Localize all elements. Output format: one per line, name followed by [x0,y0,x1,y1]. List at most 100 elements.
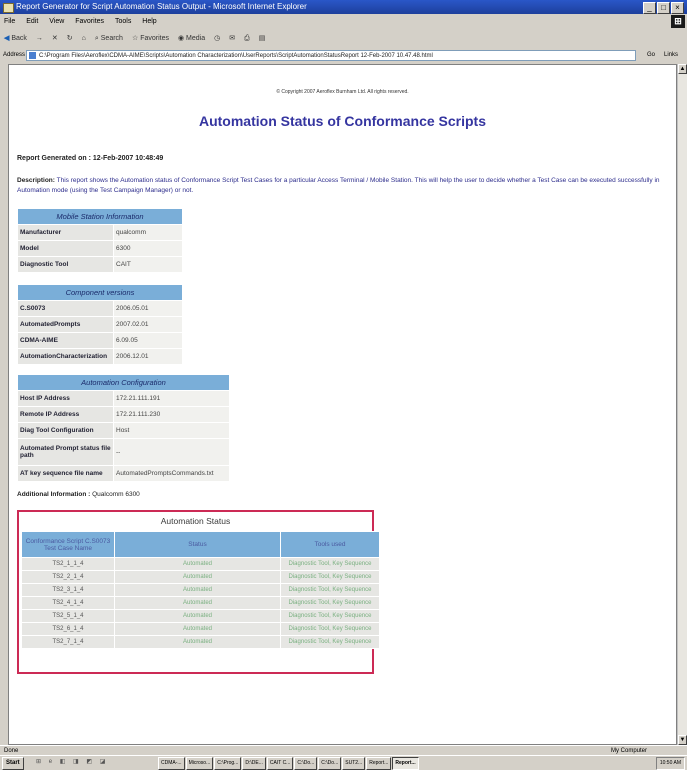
back-button[interactable]: ◀ Back [4,30,27,48]
close-button[interactable]: × [671,2,684,14]
description-label: Description: [17,177,55,184]
windows-taskbar: Start ⊞ e ◧ ◨ ◩ ◪ CDMA-... Microso... C:… [0,755,687,770]
test-case-name: TS2_7_1_4 [21,635,115,649]
edit-button[interactable]: ▤ [259,30,266,48]
table-row: TS2_4_1_4 Automated Diagnostic Tool, Key… [21,596,380,610]
history-button[interactable]: ◷ [214,30,220,48]
test-case-name: TS2_5_1_4 [21,609,115,623]
quick-launch-icons[interactable]: ⊞ e ◧ ◨ ◩ ◪ [36,757,156,768]
row-key: Manufacturer [17,224,114,241]
menu-bar: File Edit View Favorites Tools Help [0,14,687,30]
status-cell: Automated [114,596,281,610]
row-value: AutomatedPromptsCommands.txt [113,465,230,482]
column-header: Status [114,531,281,558]
ie-app-icon [3,3,14,13]
additional-information: Additional Information : Qualcomm 6300 [17,491,140,498]
row-value: CAIT [113,256,183,273]
row-key: AutomatedPrompts [17,316,114,333]
star-icon: ☆ [131,35,139,42]
row-value: 2006.05.01 [113,300,183,317]
links-button[interactable]: Links [664,48,678,63]
menu-tools[interactable]: Tools [115,18,131,25]
system-tray-clock: 10:50 AM [655,757,685,770]
tools-cell: Diagnostic Tool, Key Sequence [280,583,380,597]
menu-favorites[interactable]: Favorites [75,18,104,25]
taskbar-button[interactable]: SUT2... [342,757,366,770]
taskbar-button[interactable]: CDMA-... [158,757,185,770]
row-value: 172.21.111.230 [113,406,230,423]
status-cell: Automated [114,570,281,584]
table-heading: Automation Configuration [17,374,230,391]
search-icon: ⌕ [94,35,99,42]
scroll-up-arrow-icon[interactable]: ▲ [678,64,687,74]
row-value: -- [113,438,230,466]
maximize-button[interactable]: □ [657,2,670,14]
tools-cell: Diagnostic Tool, Key Sequence [280,622,380,636]
media-label: Media [186,35,206,42]
taskbar-buttons: CDMA-... Microso... C:\Prog... D:\DE... … [158,757,419,770]
stop-button[interactable]: ✕ [52,30,58,48]
minimize-button[interactable]: _ [643,2,656,14]
report-generated-date: Report Generated on : 12-Feb-2007 10:48:… [17,155,164,162]
row-value: 6.09.05 [113,332,183,349]
start-button[interactable]: Start [2,757,24,770]
mail-button[interactable]: ✉ [229,30,235,48]
windows-logo-icon: ⊞ [671,15,685,28]
forward-button[interactable]: → [36,30,43,48]
additional-value: Qualcomm 6300 [92,491,140,498]
status-cell: Automated [114,609,281,623]
taskbar-button[interactable]: Microso... [185,757,214,770]
menu-view[interactable]: View [49,18,64,25]
table-heading: Mobile Station Information [17,208,183,225]
page-content: © Copyright 2007 Aeroflex Burnham Ltd. A… [8,64,677,745]
search-button[interactable]: ⌕ Search [95,30,123,48]
vertical-scrollbar[interactable]: ▲ ▼ [677,64,687,745]
table-row: TS2_2_1_4 Automated Diagnostic Tool, Key… [21,570,380,584]
column-header: Tools used [280,531,380,558]
window-controls: _ □ × [643,2,684,14]
automation-status-title: Automation Status [160,516,231,526]
tools-cell: Diagnostic Tool, Key Sequence [280,609,380,623]
tools-cell: Diagnostic Tool, Key Sequence [280,570,380,584]
taskbar-button-active[interactable]: Report... [392,757,419,770]
row-value: 2006.12.01 [113,348,183,365]
print-button[interactable]: ⎙ [244,30,250,48]
table-row: TS2_7_1_4 Automated Diagnostic Tool, Key… [21,635,380,649]
taskbar-button[interactable]: C:\Do... [294,757,318,770]
status-cell: Automated [114,635,281,649]
taskbar-button[interactable]: CAIT C... [266,757,294,770]
favorites-button[interactable]: ☆ Favorites [132,30,169,48]
component-versions-table: Component versions C.S0073 2006.05.01 Au… [17,284,183,365]
taskbar-button[interactable]: C:\Prog... [214,757,242,770]
test-case-name: TS2_2_1_4 [21,570,115,584]
menu-help[interactable]: Help [142,18,156,25]
row-key: AutomationCharacterization [17,348,114,365]
row-key: C.S0073 [17,300,114,317]
back-label: Back [11,35,27,42]
refresh-button[interactable]: ↻ [67,30,73,48]
address-input[interactable]: C:\Program Files\Aeroflex\CDMA-AIME\Scri… [26,50,636,61]
address-label: Address [3,52,26,58]
taskbar-button[interactable]: Report... [366,757,392,770]
go-button[interactable]: Go [647,48,655,63]
automation-configuration-table: Automation Configuration Host IP Address… [17,374,230,482]
page-icon [29,52,36,59]
automation-status-table: Conformance Script C.S0073 Test Case Nam… [21,531,380,649]
table-heading: Component versions [17,284,183,301]
window-title-bar[interactable]: Report Generator for Script Automation S… [0,0,687,14]
scroll-down-arrow-icon[interactable]: ▼ [678,735,687,745]
address-bar: Address C:\Program Files\Aeroflex\CDMA-A… [0,48,687,63]
taskbar-button[interactable]: D:\DE... [242,757,266,770]
tools-cell: Diagnostic Tool, Key Sequence [280,596,380,610]
menu-edit[interactable]: Edit [26,18,38,25]
row-value: Host [113,422,230,439]
menu-file[interactable]: File [4,18,15,25]
row-key: Model [17,240,114,257]
home-button[interactable]: ⌂ [82,30,86,48]
row-value: qualcomm [113,224,183,241]
tools-cell: Diagnostic Tool, Key Sequence [280,557,380,571]
test-case-name: TS2_1_1_4 [21,557,115,571]
taskbar-button[interactable]: C:\Do... [318,757,342,770]
status-cell: Automated [114,622,281,636]
media-button[interactable]: ◉ Media [178,30,205,48]
